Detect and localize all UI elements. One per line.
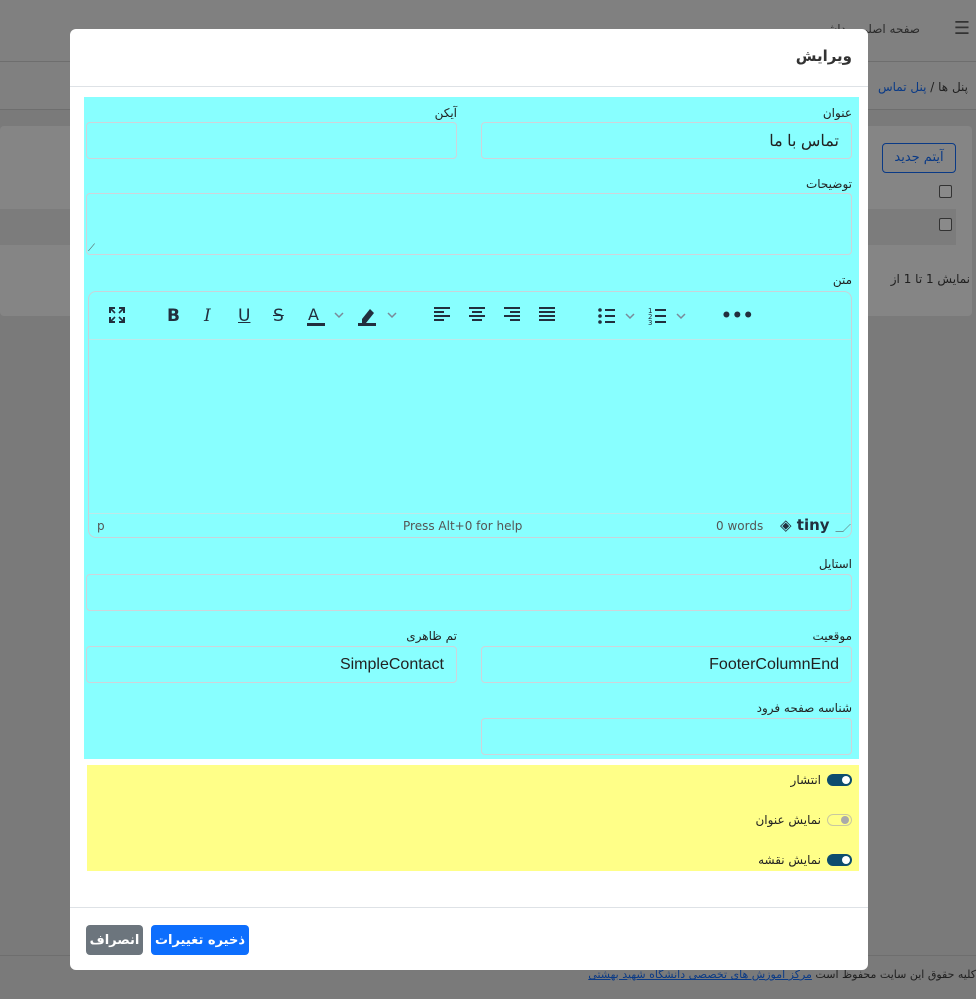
description-label: توضیحات [805, 177, 852, 191]
rich-text-editor: B I U S A 1 2 3 ••• p Press Alt+0 for he… [88, 291, 852, 538]
cancel-button[interactable]: انصراف [86, 925, 143, 955]
help-hint: Press Alt+0 for help [403, 519, 523, 533]
align-right-icon[interactable] [503, 305, 521, 327]
editor-toolbar: B I U S A 1 2 3 ••• [89, 292, 851, 340]
justify-icon[interactable] [538, 305, 556, 327]
modal-footer: ذخیره تغییرات انصراف [70, 907, 868, 970]
toggle-options-area [87, 765, 859, 871]
element-path[interactable]: p [97, 519, 105, 533]
show-map-toggle[interactable]: نمایش نقشه [758, 852, 852, 868]
edit-modal: ویرایش عنوان آیکن توضیحات ⟋ متن B I U S … [70, 29, 868, 970]
italic-icon[interactable]: I [204, 305, 211, 327]
show-title-label: نمایش عنوان [755, 813, 821, 827]
title-label: عنوان [822, 106, 852, 120]
breadcrumb-current[interactable]: پنل تماس [878, 80, 926, 94]
show-title-toggle[interactable]: نمایش عنوان [755, 812, 852, 828]
highlight-icon[interactable] [358, 305, 400, 327]
title-input[interactable] [481, 122, 852, 159]
align-left-icon[interactable] [433, 305, 451, 327]
style-label: استایل [818, 557, 852, 571]
more-icon[interactable]: ••• [721, 305, 754, 327]
editor-statusbar: p Press Alt+0 for help 0 words ◈ tiny [89, 513, 851, 537]
show-title-switch[interactable] [827, 814, 852, 826]
hamburger-icon[interactable]: ☰ [954, 18, 970, 39]
bold-icon[interactable]: B [167, 305, 180, 327]
theme-input[interactable] [86, 646, 457, 683]
tiny-logo-icon: ◈ [780, 516, 792, 534]
text-label: متن [832, 273, 852, 287]
tiny-brand: tiny [796, 516, 830, 534]
modal-title: ویرایش [795, 47, 852, 65]
tiny-logo[interactable]: ◈ tiny [780, 516, 830, 534]
landing-id-input[interactable] [481, 718, 852, 755]
resize-handle-icon[interactable]: ⟋ [88, 243, 95, 254]
svg-text:A: A [308, 305, 319, 324]
style-input[interactable] [86, 574, 852, 611]
publish-label: انتشار [790, 773, 821, 787]
editor-resize-icon[interactable] [835, 524, 851, 532]
show-map-label: نمایش نقشه [758, 853, 821, 867]
new-item-button[interactable]: آیتم جدید [882, 143, 956, 173]
fullscreen-icon[interactable] [107, 305, 127, 327]
breadcrumb: پنل ها / پنل تماس [878, 80, 968, 94]
breadcrumb-root[interactable]: پنل ها [938, 80, 968, 94]
numbered-list-icon[interactable]: 123 [648, 305, 690, 327]
position-label: موقعیت [812, 629, 852, 643]
publish-switch[interactable] [827, 774, 852, 786]
modal-header: ویرایش [70, 29, 868, 87]
row-checkbox[interactable] [939, 218, 952, 231]
publish-toggle[interactable]: انتشار [791, 772, 852, 788]
underline-icon[interactable]: U [238, 305, 250, 327]
pagination-info: نمایش 1 تا 1 از [890, 272, 970, 286]
save-button[interactable]: ذخیره تغییرات [151, 925, 249, 955]
theme-label: تم ظاهری [406, 629, 457, 643]
show-map-switch[interactable] [827, 854, 852, 866]
icon-label: آیکن [434, 106, 457, 120]
select-all-checkbox[interactable] [939, 185, 952, 198]
word-count[interactable]: 0 words [716, 519, 763, 533]
align-center-icon[interactable] [468, 305, 486, 327]
position-input[interactable] [481, 646, 852, 683]
breadcrumb-separator: / [930, 80, 935, 94]
strikethrough-icon[interactable]: S [273, 305, 284, 327]
bullet-list-icon[interactable] [597, 305, 639, 327]
landing-id-label: شناسه صفحه فرود [756, 701, 852, 715]
text-color-icon[interactable]: A [307, 305, 347, 327]
description-textarea[interactable] [86, 193, 852, 255]
icon-input[interactable] [86, 122, 457, 159]
svg-text:3: 3 [648, 319, 652, 327]
